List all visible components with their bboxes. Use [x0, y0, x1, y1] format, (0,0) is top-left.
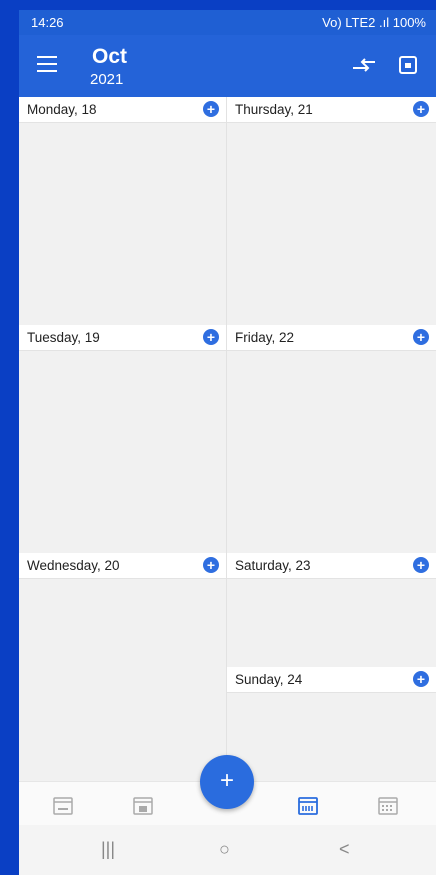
month-view-icon[interactable] [377, 794, 399, 816]
recents-button[interactable]: ||| [101, 839, 115, 860]
app-bar: Oct 2021 [19, 35, 436, 97]
status-indicators: Vo) LTE2 .ıl 100% [322, 15, 426, 30]
day-sunday: Sunday, 24 + [227, 667, 436, 781]
day-label: Saturday, 23 [235, 558, 311, 573]
add-event-button[interactable]: + [413, 557, 429, 573]
week-grid: Monday, 18 + Thursday, 21 + Tuesday, 19 … [19, 97, 436, 781]
day-friday: Friday, 22 + [227, 325, 436, 553]
add-event-button[interactable]: + [413, 329, 429, 345]
swap-icon[interactable] [352, 56, 376, 76]
day-header: Wednesday, 20 + [19, 553, 226, 579]
day-label: Tuesday, 19 [27, 330, 100, 345]
menu-icon[interactable] [37, 56, 57, 72]
app-screen: 14:26 Vo) LTE2 .ıl 100% Oct 2021 Monday,… [19, 10, 436, 875]
day-tuesday: Tuesday, 19 + [19, 325, 226, 553]
home-button[interactable]: ○ [219, 839, 230, 860]
day-header: Saturday, 23 + [227, 553, 436, 579]
day-label: Monday, 18 [27, 102, 97, 117]
day-view-icon[interactable] [52, 794, 74, 816]
back-button[interactable]: < [339, 839, 350, 860]
status-time: 14:26 [31, 15, 64, 30]
day-header: Friday, 22 + [227, 325, 436, 351]
week-view-icon[interactable] [297, 794, 319, 816]
day-label: Friday, 22 [235, 330, 295, 345]
day-header: Sunday, 24 + [227, 667, 436, 693]
system-navigation-bar: ||| ○ < [19, 825, 436, 875]
day-monday: Monday, 18 + [19, 97, 226, 325]
add-event-button[interactable]: + [203, 557, 219, 573]
day-label: Thursday, 21 [235, 102, 313, 117]
day-saturday: Saturday, 23 + [227, 553, 436, 667]
day-thursday: Thursday, 21 + [227, 97, 436, 325]
three-day-view-icon[interactable] [132, 794, 154, 816]
status-bar: 14:26 Vo) LTE2 .ıl 100% [19, 10, 436, 35]
day-label: Wednesday, 20 [27, 558, 120, 573]
year-title[interactable]: 2021 [90, 71, 123, 88]
add-event-button[interactable]: + [203, 101, 219, 117]
day-header: Tuesday, 19 + [19, 325, 226, 351]
day-wednesday: Wednesday, 20 + [19, 553, 226, 781]
day-label: Sunday, 24 [235, 672, 303, 687]
month-title[interactable]: Oct [92, 45, 127, 69]
calendar-icon[interactable] [399, 54, 417, 74]
day-header: Thursday, 21 + [227, 97, 436, 123]
add-event-button[interactable]: + [203, 329, 219, 345]
add-event-button[interactable]: + [413, 671, 429, 687]
add-event-button[interactable]: + [413, 101, 429, 117]
day-header: Monday, 18 + [19, 97, 226, 123]
add-event-fab[interactable]: + [200, 755, 254, 809]
